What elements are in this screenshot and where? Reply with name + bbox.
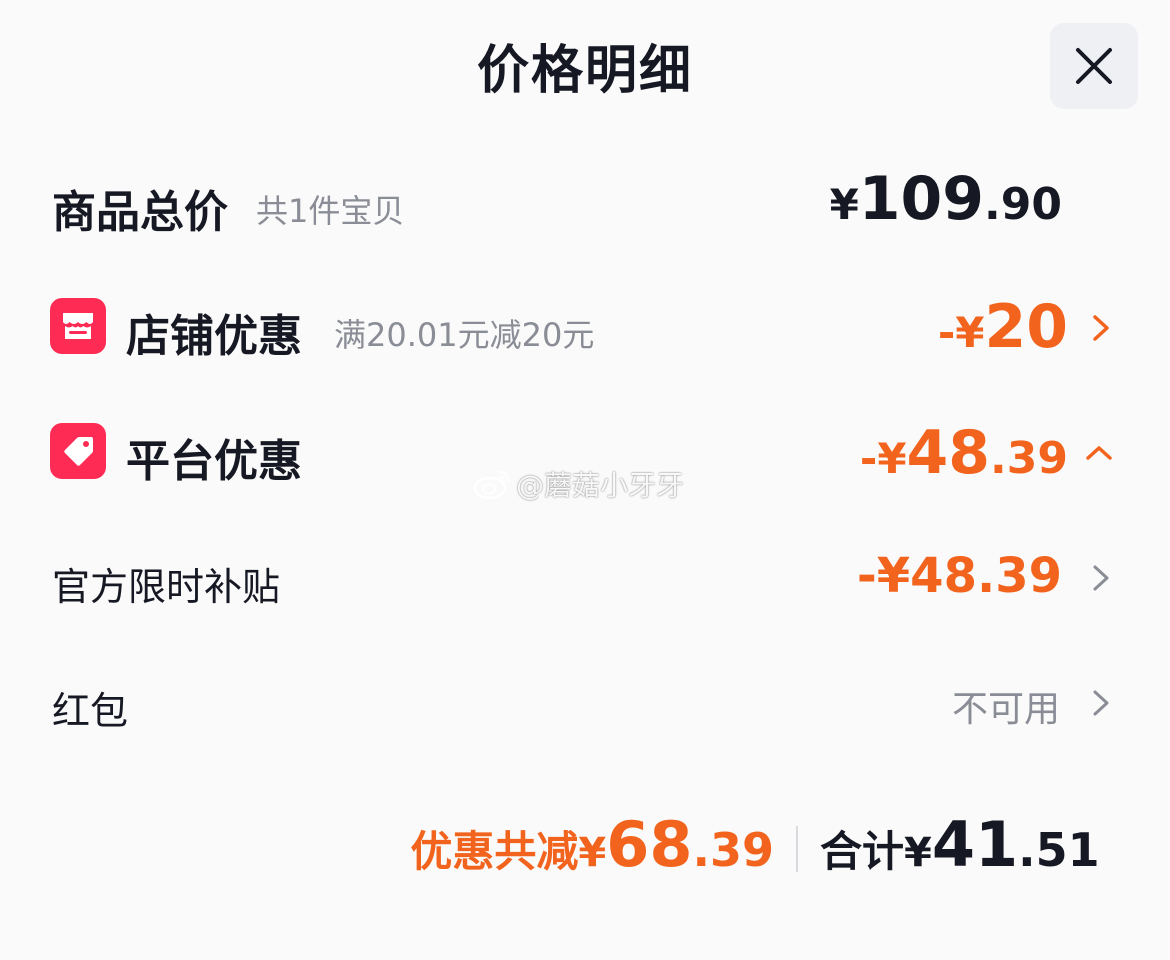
store-discount-amount[interactable]: -¥20: [938, 292, 1068, 362]
page-title: 价格明细: [476, 41, 693, 101]
total-discount-label: 优惠共减: [410, 827, 579, 876]
store-icon: [50, 298, 106, 354]
store-discount-int: 20: [984, 292, 1069, 362]
store-discount-rule: 满20.01元减20元: [334, 316, 595, 354]
watermark-text: @蘑菇小牙牙: [516, 469, 685, 502]
weibo-icon: [473, 470, 510, 500]
product-count: 共1件宝贝: [256, 192, 405, 230]
total-sum-int: 41: [931, 808, 1019, 881]
platform-discount-label: 平台优惠: [126, 436, 302, 487]
chevron-right-icon[interactable]: [1084, 311, 1118, 345]
product-total-label: 商品总价: [52, 187, 228, 238]
chevron-up-icon[interactable]: [1082, 436, 1116, 470]
total-sum-dec: .51: [1018, 823, 1100, 877]
chevron-right-icon[interactable]: [1084, 686, 1118, 720]
chevron-right-icon[interactable]: [1084, 561, 1118, 595]
subsidy-label: 官方限时补贴: [52, 565, 281, 609]
platform-discount-dec: .39: [990, 433, 1068, 484]
total-discount-yen: ¥: [578, 830, 607, 876]
total-sum: 合计¥41.51: [820, 808, 1100, 881]
platform-discount-amount[interactable]: -¥48.39: [860, 418, 1068, 488]
total-sum-yen: ¥: [904, 830, 932, 876]
total-discount-int: 68: [606, 808, 693, 881]
platform-discount-int: 48: [906, 418, 991, 488]
tag-icon: [50, 423, 106, 479]
subsidy-amount[interactable]: -¥48.39: [857, 548, 1062, 604]
divider: [796, 826, 798, 872]
store-discount-label: 店铺优惠: [126, 311, 302, 362]
store-discount-prefix: -¥: [937, 308, 985, 357]
total-discount-dec: .39: [692, 823, 775, 877]
product-total-int: 109: [858, 164, 985, 234]
total-sum-label: 合计: [820, 827, 905, 876]
watermark: @蘑菇小牙牙: [472, 464, 684, 504]
close-button[interactable]: [1050, 23, 1138, 109]
red-packet-status[interactable]: 不可用: [952, 680, 1060, 732]
total-discount: 优惠共减¥68.39: [410, 808, 774, 881]
platform-discount-prefix: -¥: [859, 434, 907, 483]
close-icon: [1076, 48, 1112, 84]
red-packet-label: 红包: [52, 689, 129, 733]
product-total-price: ¥109.90: [830, 164, 1062, 234]
product-total-yen: ¥: [829, 180, 859, 229]
product-total-dec: .90: [984, 179, 1062, 230]
